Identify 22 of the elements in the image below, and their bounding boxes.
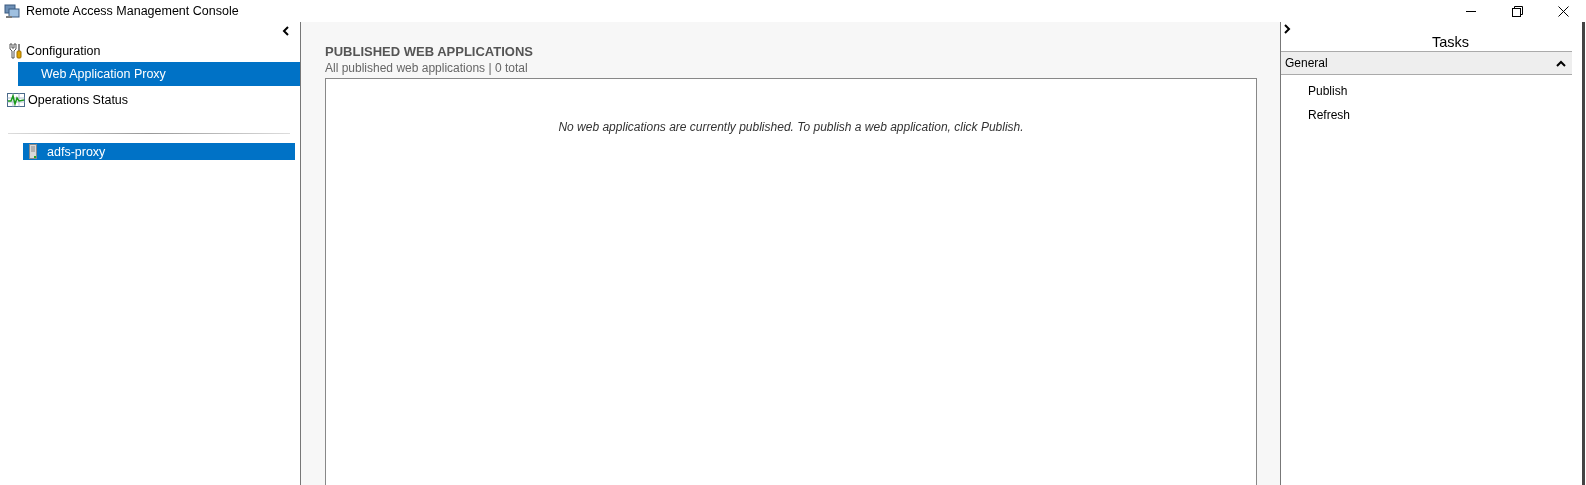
tree-item[interactable]: Web Application Proxy	[18, 62, 300, 86]
window-title: Remote Access Management Console	[26, 4, 240, 18]
chart-icon	[7, 93, 25, 107]
server-name: adfs-proxy	[47, 144, 106, 159]
console-icon	[4, 3, 20, 19]
section-heading: PUBLISHED WEB APPLICATIONS	[325, 44, 534, 59]
task-link[interactable]: Refresh	[1308, 108, 1351, 123]
close-icon	[1557, 5, 1569, 17]
section-subtitle: All published web applications | 0 total	[325, 61, 529, 75]
section-header[interactable]: General	[1281, 51, 1572, 75]
pane-title: Tasks	[1430, 34, 1471, 51]
section-title: General	[1285, 56, 1328, 70]
collapse-button[interactable]	[282, 24, 290, 37]
restore-icon	[1511, 5, 1523, 17]
server-item[interactable]: adfs-proxy	[23, 143, 295, 160]
expand-button[interactable]	[1283, 24, 1291, 34]
task-link[interactable]: Publish	[1308, 84, 1348, 99]
tree-item[interactable]: Configuration	[0, 40, 300, 62]
tree-item[interactable]: Operations Status	[0, 89, 300, 111]
empty-message: No web applications are currently published. To publish a web application, click Publish.	[558, 120, 1024, 135]
server-icon	[29, 144, 37, 159]
wrench-icon	[7, 43, 23, 59]
